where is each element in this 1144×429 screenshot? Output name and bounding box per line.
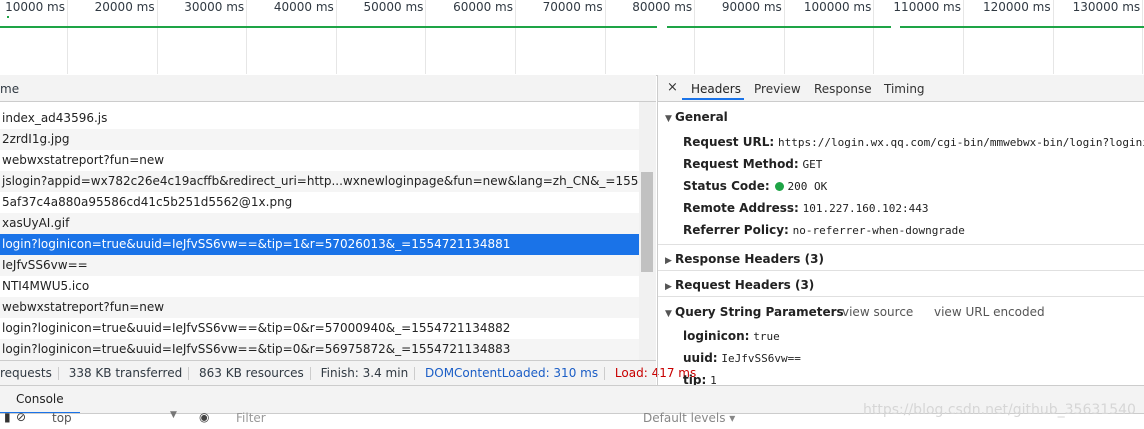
tab-timing[interactable]: Timing [884,82,925,96]
network-summary-bar: requests 338 KB transferred 863 KB resou… [0,360,696,386]
query-param-row: tip: 1 [683,373,717,385]
timeline-gridline [963,0,964,74]
timeline-gridline [335,0,337,74]
sidebar-toggle-icon[interactable]: ▮ [4,410,11,424]
context-selector[interactable]: top [52,411,72,425]
timeline-start-marker [7,16,9,18]
timeline-gridline [604,0,606,74]
status-ok-icon [775,182,785,191]
divider [658,270,1144,271]
scrollbar-thumb[interactable] [641,172,653,272]
requests-count: requests [0,366,52,380]
request-row[interactable]: 5af37c4a880a95586cd41c5b251d5562@1x.png [0,192,639,213]
status-code-row: Status Code: 200 OK [683,179,828,193]
tab-console[interactable]: Console [0,386,80,414]
context-dropdown-icon[interactable]: ▼ [170,410,177,420]
details-tab-bar: × Headers Preview Response Timing [658,75,1144,102]
request-row[interactable]: login?loginicon=true&uuid=IeJfvSS6vw==&t… [0,339,639,360]
request-row[interactable]: 2zrdI1g.jpg [0,129,639,150]
partial-row [0,102,639,107]
close-icon[interactable]: × [667,80,678,95]
timeline-tick-label: 50000 ms [363,0,424,14]
timeline-tick-label: 10000 ms [5,0,65,14]
request-url-value: https://login.wx.qq.com/cgi-bin/mmwebwx-… [777,136,1144,149]
collapsed-triangle-icon: ▶ [665,256,672,266]
request-row[interactable]: NTI4MWU5.ico [0,276,639,297]
timeline-tick-label: 70000 ms [542,0,603,14]
expanded-triangle-icon: ▼ [665,309,672,319]
timeline-tick-label: 80000 ms [632,0,693,14]
eye-icon[interactable]: ◉ [199,410,209,424]
console-drawer: Console ▮ ⊘ top ▼ ◉ Filter Default level… [0,385,1144,429]
request-rows: index_ad43596.js 2zrdI1g.jpg webwxstatrepo… [0,102,639,360]
filter-input[interactable]: Filter [236,411,266,425]
watermark-text: https://blog.csdn.net/github_35631540 [863,402,1136,418]
timeline-tick-label: 130000 ms [1072,0,1141,14]
divider [658,244,1144,245]
tab-response[interactable]: Response [814,82,872,96]
collapsed-triangle-icon: ▶ [665,282,672,292]
timeline-gridline [783,0,785,74]
request-row[interactable]: login?loginicon=true&uuid=IeJfvSS6vw==&t… [0,318,639,339]
active-tab-indicator [682,98,744,100]
resources-size: 863 KB resources [199,366,304,380]
timeline-activity-bar [900,26,1144,28]
response-headers-section-header[interactable]: ▶ Response Headers (3) [665,252,824,266]
request-row[interactable]: webwxstatreport?fun=new [0,297,639,318]
timeline-gridline [694,0,696,74]
tab-headers[interactable]: Headers [691,82,741,96]
finish-time: Finish: 3.4 min [320,366,409,380]
domcontentloaded-time: DOMContentLoaded: 310 ms [425,366,599,380]
view-url-encoded-link[interactable]: view URL encoded [934,305,1045,319]
timeline-tick-label: 90000 ms [721,0,782,14]
name-column-header[interactable]: me [0,75,656,102]
timeline-gridline [1052,0,1054,74]
view-source-link[interactable]: view source [842,305,913,319]
timeline-gridline [425,0,427,74]
timeline-activity-bar [0,26,657,28]
transferred-size: 338 KB transferred [68,366,183,380]
timeline-gridline [1142,0,1144,74]
request-row[interactable]: xasUyAI.gif [0,213,639,234]
query-param-row: uuid: IeJfvSS6vw== [683,351,801,365]
timeline-tick-label: 60000 ms [453,0,513,14]
divider [658,296,1144,297]
timeline-gridline [873,0,875,74]
list-scrollbar[interactable] [639,102,656,360]
request-row-selected[interactable]: login?loginicon=true&uuid=IeJfvSS6vw==&t… [0,234,639,255]
timeline-gridline [67,0,68,74]
name-column-label: me [0,82,20,96]
timeline-activity-bar [667,26,891,28]
general-section-header[interactable]: ▼ General [665,110,728,124]
request-url-row: Request URL: https://login.wx.qq.com/cgi… [683,135,1144,149]
timeline-tick-label: 20000 ms [94,0,155,14]
clear-console-icon[interactable]: ⊘ [16,410,26,424]
timeline-gridline [515,0,516,74]
referrer-policy-row: Referrer Policy: no-referrer-when-downgr… [683,223,965,237]
timeline-gridline [156,0,158,74]
request-headers-section-header[interactable]: ▶ Request Headers (3) [665,278,814,292]
request-method-row: Request Method: GET [683,157,823,171]
timeline-tick-label: 120000 ms [983,0,1051,14]
timeline-tick-label: 30000 ms [184,0,245,14]
network-overview-timeline[interactable]: 10000 ms 20000 ms 30000 ms 40000 ms 50000 ms… [0,0,1144,76]
request-list-panel: me index_ad43596.js 2zrdI1g.jpg webwxstatr… [0,75,696,386]
timeline-tick-label: 40000 ms [273,0,334,14]
query-string-section-header[interactable]: ▼ Query String Parameters [665,305,844,319]
request-row[interactable]: jslogin?appid=wx782c26e4c19acffb&redirec… [0,171,639,192]
timeline-tick-label: 100000 ms [803,0,872,14]
remote-address-row: Remote Address: 101.227.160.102:443 [683,201,929,215]
expanded-triangle-icon: ▼ [665,114,672,124]
request-row[interactable]: webwxstatreport?fun=new [0,150,639,171]
log-levels-dropdown[interactable]: Default levels ▾ [643,411,735,425]
query-param-row: loginicon: true [683,329,780,343]
tab-preview[interactable]: Preview [754,82,801,96]
request-row[interactable]: IeJfvSS6vw== [0,255,639,276]
request-row[interactable]: index_ad43596.js [0,108,639,129]
timeline-gridline [246,0,248,74]
timeline-tick-label: 110000 ms [893,0,961,14]
request-details-panel: × Headers Preview Response Timing ▼ Gener… [657,75,1144,385]
